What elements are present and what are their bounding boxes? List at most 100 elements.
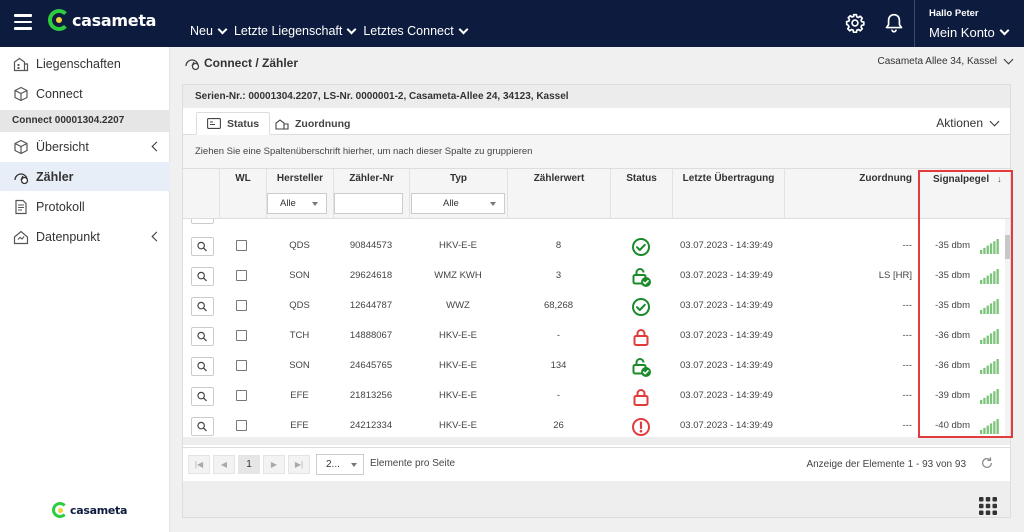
bell-icon[interactable] bbox=[884, 12, 904, 34]
page-size-select[interactable]: 2... bbox=[316, 454, 364, 475]
typ-filter-select[interactable]: Alle bbox=[411, 193, 505, 214]
wl-checkbox[interactable] bbox=[236, 330, 247, 341]
wl-checkbox[interactable] bbox=[236, 300, 247, 311]
pager: |◀ ◀ 1 ▶ ▶| 2... Elemente pro Seite Anze… bbox=[183, 447, 1010, 479]
sidebar-item-label: Liegenschaften bbox=[36, 56, 121, 71]
chevron-left-icon[interactable] bbox=[151, 141, 162, 152]
nav-letzte-liegenschaft[interactable]: Letzte Liegenschaft bbox=[234, 24, 357, 38]
sidebar-item-label: Connect bbox=[36, 86, 83, 101]
horizontal-scrollbar[interactable] bbox=[183, 437, 1010, 445]
col-header-zaehlerwert[interactable]: Zählerwert bbox=[507, 169, 610, 189]
table-row[interactable]: EFE 21813256 HKV-E-E - 03.07.2023 - 14:3… bbox=[183, 381, 1010, 411]
sidebar-item-label: Datenpunkt bbox=[36, 229, 100, 244]
current-page[interactable]: 1 bbox=[238, 455, 260, 474]
col-header-zuordnung[interactable]: Zuordnung bbox=[784, 169, 918, 189]
table-row[interactable]: EFE 24212334 HKV-E-E 26 03.07.2023 - 14:… bbox=[183, 411, 1010, 437]
cell-zaehlerwert: - bbox=[556, 330, 561, 341]
sidebar-item-zaehler[interactable]: Zähler bbox=[0, 162, 170, 191]
cell-zaehler-nr: 29624618 bbox=[349, 270, 393, 281]
row-detail-button[interactable] bbox=[191, 267, 214, 286]
building-icon bbox=[12, 55, 30, 73]
brand-logo[interactable]: casameta bbox=[48, 9, 156, 31]
row-detail-button[interactable] bbox=[191, 327, 214, 346]
cell-hersteller: SON bbox=[289, 270, 310, 281]
tab-status[interactable]: Status bbox=[196, 112, 271, 135]
tab-status-label: Status bbox=[227, 117, 260, 130]
address-selector[interactable]: Casameta Allee 34, Kassel bbox=[877, 54, 1014, 67]
lock-icon bbox=[630, 326, 652, 348]
cell-hersteller: TCH bbox=[289, 330, 310, 341]
status-card-icon bbox=[207, 118, 221, 129]
sidebar-item-datenpunkt[interactable]: Datenpunkt bbox=[0, 222, 170, 251]
unlock-ok-icon bbox=[630, 356, 652, 378]
sidebar-item-protokoll[interactable]: Protokoll bbox=[0, 192, 170, 221]
col-header-status[interactable]: Status bbox=[610, 169, 672, 189]
last-page-button[interactable]: ▶| bbox=[288, 455, 310, 474]
wl-checkbox[interactable] bbox=[236, 420, 247, 431]
grid-filter-row: Alle Alle bbox=[183, 189, 1010, 219]
account-menu[interactable]: Mein Konto bbox=[929, 25, 1010, 40]
prev-page-button[interactable]: ◀ bbox=[213, 455, 235, 474]
nav-neu[interactable]: Neu bbox=[190, 24, 228, 38]
caret-down-icon bbox=[490, 202, 496, 206]
hamburger-menu-icon[interactable] bbox=[14, 14, 32, 30]
table-row[interactable]: SON 29624618 WMZ KWH 3 03.07.2023 - 14:3… bbox=[183, 261, 1010, 291]
col-header-typ[interactable]: Typ bbox=[409, 169, 507, 189]
cell-zaehlerwert: 134 bbox=[550, 360, 567, 371]
col-header-letzte-uebertragung[interactable]: Letzte Übertragung bbox=[672, 169, 784, 189]
unlock-ok-icon bbox=[630, 266, 652, 288]
cell-zuordnung: --- bbox=[902, 360, 913, 371]
brand-logo-icon bbox=[48, 9, 70, 31]
row-detail-button[interactable] bbox=[191, 297, 214, 316]
refresh-icon[interactable] bbox=[980, 456, 994, 470]
cell-hersteller: EFE bbox=[290, 420, 309, 431]
hersteller-filter-select[interactable]: Alle bbox=[267, 193, 327, 214]
row-detail-button[interactable] bbox=[191, 387, 214, 406]
gear-icon[interactable] bbox=[845, 13, 865, 33]
cell-letzte-uebertragung: 03.07.2023 - 14:39:49 bbox=[680, 390, 773, 401]
cell-zaehler-nr: 90844573 bbox=[349, 240, 393, 251]
col-header-wl[interactable]: WL bbox=[219, 169, 266, 189]
cell-zaehlerwert: 68,268 bbox=[543, 300, 574, 311]
cell-zaehler-nr: 24645765 bbox=[349, 360, 393, 371]
col-header-zaehler-nr[interactable]: Zähler-Nr bbox=[333, 169, 409, 189]
wl-checkbox[interactable] bbox=[236, 360, 247, 371]
table-row[interactable]: QDS 90844573 HKV-E-E 8 03.07.2023 - 14:3… bbox=[183, 231, 1010, 261]
brand-name: casameta bbox=[72, 10, 157, 30]
cell-typ: HKV-E-E bbox=[438, 420, 477, 431]
tab-bar: Status Zuordnung Aktionen bbox=[183, 108, 1010, 135]
cell-typ: HKV-E-E bbox=[438, 390, 477, 401]
sidebar-item-liegenschaften[interactable]: Liegenschaften bbox=[0, 49, 170, 78]
wl-checkbox[interactable] bbox=[236, 270, 247, 281]
cell-zaehler-nr: 14888067 bbox=[349, 330, 393, 341]
table-row[interactable]: QDS 12644787 WWZ 68,268 03.07.2023 - 14:… bbox=[183, 291, 1010, 321]
col-header-hersteller[interactable]: Hersteller bbox=[266, 169, 333, 189]
nav-letztes-connect[interactable]: Letztes Connect bbox=[363, 24, 469, 38]
account-label: Mein Konto bbox=[929, 25, 995, 40]
chevron-left-icon[interactable] bbox=[151, 231, 162, 242]
row-detail-button[interactable] bbox=[191, 417, 214, 436]
row-detail-button[interactable] bbox=[191, 357, 214, 376]
sidebar: Liegenschaften Connect Connect 00001304.… bbox=[0, 47, 170, 532]
partial-row-button bbox=[191, 219, 214, 224]
magnifier-icon bbox=[197, 391, 207, 402]
sidebar-item-connect[interactable]: Connect bbox=[0, 79, 170, 108]
wl-checkbox[interactable] bbox=[236, 390, 247, 401]
sidebar-item-uebersicht[interactable]: Übersicht bbox=[0, 132, 170, 161]
cell-letzte-uebertragung: 03.07.2023 - 14:39:49 bbox=[680, 300, 773, 311]
apps-grid-icon[interactable] bbox=[978, 496, 998, 516]
status-ok-icon bbox=[630, 236, 652, 258]
group-drop-zone[interactable]: Ziehen Sie eine Spaltenüberschrift hierh… bbox=[183, 135, 1010, 169]
page-size-value: 2... bbox=[326, 459, 340, 470]
wl-checkbox[interactable] bbox=[236, 240, 247, 251]
zaehler-nr-filter-input[interactable] bbox=[334, 193, 403, 214]
actions-dropdown[interactable]: Aktionen bbox=[936, 116, 1000, 130]
first-page-button[interactable]: |◀ bbox=[188, 455, 210, 474]
table-row[interactable]: TCH 14888067 HKV-E-E - 03.07.2023 - 14:3… bbox=[183, 321, 1010, 351]
tab-zuordnung[interactable]: Zuordnung bbox=[265, 112, 360, 135]
next-page-button[interactable]: ▶ bbox=[263, 455, 285, 474]
row-detail-button[interactable] bbox=[191, 237, 214, 256]
magnifier-icon bbox=[197, 361, 207, 372]
hersteller-filter-value: Alle bbox=[280, 198, 296, 209]
table-row[interactable]: SON 24645765 HKV-E-E 134 03.07.2023 - 14… bbox=[183, 351, 1010, 381]
